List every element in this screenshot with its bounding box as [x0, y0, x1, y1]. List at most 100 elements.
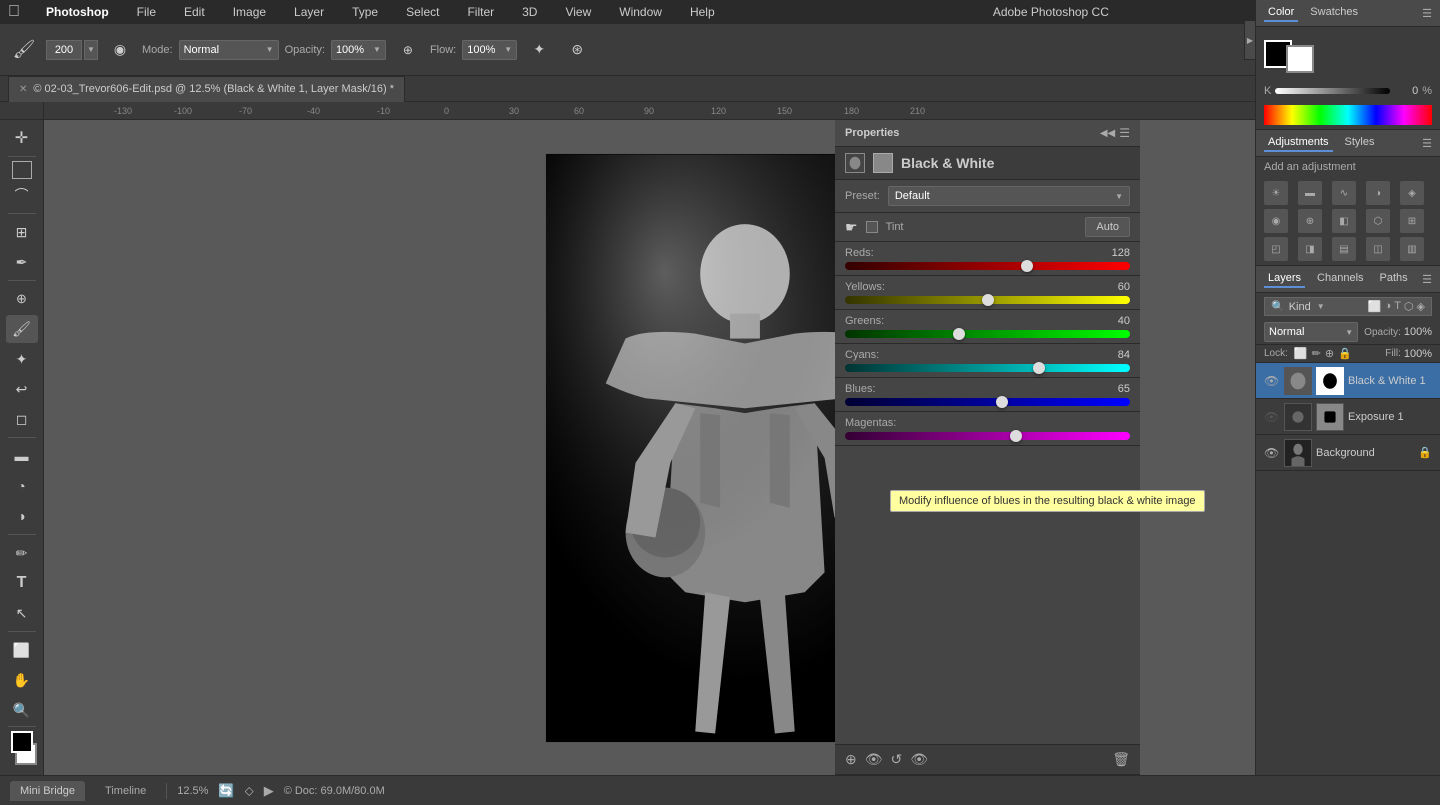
swatches-tab[interactable]: Swatches	[1306, 4, 1362, 22]
opacity-value[interactable]: 100%	[1404, 326, 1432, 338]
vibrance-icon[interactable]: ◈	[1400, 181, 1424, 205]
lasso-tool[interactable]: ⌒	[6, 181, 38, 209]
expand-icon[interactable]: ◀◀	[1100, 128, 1115, 139]
file-menu[interactable]: File	[131, 3, 162, 21]
color-tab[interactable]: Color	[1264, 4, 1298, 22]
posterize-icon[interactable]: ▤	[1332, 237, 1356, 261]
magentas-slider-thumb[interactable]	[1010, 430, 1022, 442]
cyans-slider-thumb[interactable]	[1033, 362, 1045, 374]
opacity-dropdown[interactable]: 100%▼	[331, 40, 386, 60]
document-tab[interactable]: ✕ © 02-03_Trevor606-Edit.psd @ 12.5% (Bl…	[8, 76, 405, 102]
brush-tool-icon[interactable]: 🖌	[8, 34, 40, 66]
cyans-slider-track[interactable]	[845, 364, 1130, 372]
move-tool[interactable]: ✛	[6, 124, 38, 152]
k-slider[interactable]	[1275, 88, 1390, 94]
tint-checkbox[interactable]	[866, 221, 878, 233]
gradient-tool[interactable]: ▬	[6, 442, 38, 470]
brush-preset-icon[interactable]: ◉	[104, 34, 136, 66]
filter-menu[interactable]: Filter	[461, 3, 500, 21]
view-menu[interactable]: View	[559, 3, 597, 21]
brush-options-icon[interactable]: ⊕	[392, 34, 424, 66]
blur-tool[interactable]: ◔	[6, 472, 38, 500]
yellows-slider-track[interactable]	[845, 296, 1130, 304]
canvas-nav-icon[interactable]: 🔄	[218, 783, 234, 799]
mini-bridge-tab[interactable]: Mini Bridge	[10, 781, 85, 801]
eraser-tool[interactable]: ◻	[6, 405, 38, 433]
color-spectrum[interactable]	[1264, 105, 1432, 125]
panel-options-icon[interactable]: ☰	[1422, 7, 1432, 20]
app-name-menu[interactable]: Photoshop	[40, 3, 115, 21]
lock-all-icon[interactable]: 🔒	[1338, 347, 1352, 360]
close-icon[interactable]: ✕	[19, 84, 27, 95]
play-icon[interactable]: ▶	[264, 783, 274, 799]
edit-menu[interactable]: Edit	[178, 3, 211, 21]
photo-filter-icon[interactable]: ⬡	[1366, 209, 1390, 233]
adjustments-tab[interactable]: Adjustments	[1264, 134, 1333, 152]
layer-visibility-icon[interactable]: 👁	[1264, 410, 1280, 424]
color-lookup-icon[interactable]: ◰	[1264, 237, 1288, 261]
add-mask-icon[interactable]: ⊕	[845, 751, 857, 768]
channel-mixer-icon[interactable]: ⊞	[1400, 209, 1424, 233]
layer-visibility-icon[interactable]: 👁	[1264, 446, 1280, 460]
hand-pointer-icon[interactable]: ☛	[845, 219, 858, 236]
brightness-contrast-icon[interactable]: ☀	[1264, 181, 1288, 205]
eyedropper-tool[interactable]: ✒	[6, 248, 38, 276]
foreground-color[interactable]	[11, 731, 33, 753]
clip-layer-icon[interactable]: 👁	[910, 751, 928, 768]
yellows-slider-thumb[interactable]	[982, 294, 994, 306]
collapse-button[interactable]: ▶	[1244, 20, 1256, 60]
channels-tab[interactable]: Channels	[1313, 270, 1367, 288]
reset-icon[interactable]: ↺	[891, 751, 903, 768]
type-filter-icon[interactable]: T	[1394, 300, 1401, 313]
flow-dropdown[interactable]: 100%▼	[462, 40, 517, 60]
window-menu[interactable]: Window	[613, 3, 668, 21]
bw-adj-icon[interactable]: ◧	[1332, 209, 1356, 233]
pixel-filter-icon[interactable]: ⬜	[1368, 300, 1382, 313]
layers-panel-options-icon[interactable]: ☰	[1422, 273, 1432, 286]
auto-button[interactable]: Auto	[1085, 217, 1130, 237]
brush-size-dropdown[interactable]: ▼	[84, 40, 98, 60]
path-selection-tool[interactable]: ↖	[6, 599, 38, 627]
layers-tab[interactable]: Layers	[1264, 270, 1305, 288]
canvas-nav-icon2[interactable]: ⬦	[245, 783, 254, 799]
mode-dropdown[interactable]: Normal▼	[179, 40, 279, 60]
airbrush-icon[interactable]: ✦	[523, 34, 555, 66]
curves-icon[interactable]: ∿	[1332, 181, 1356, 205]
marquee-tool[interactable]	[12, 161, 32, 179]
history-brush-tool[interactable]: ↩	[6, 375, 38, 403]
magentas-slider-track[interactable]	[845, 432, 1130, 440]
panel-options-icon[interactable]: ☰	[1422, 137, 1432, 150]
apple-icon[interactable]: 	[8, 3, 20, 21]
select-menu[interactable]: Select	[400, 3, 445, 21]
healing-brush-tool[interactable]: ⊕	[6, 285, 38, 313]
exposure-icon[interactable]: ◑	[1366, 181, 1390, 205]
table-row[interactable]: 👁 Background 🔒	[1256, 435, 1440, 471]
zoom-tool[interactable]: 🔍	[6, 696, 38, 724]
toggle-visibility-icon[interactable]: 👁	[865, 751, 883, 768]
lock-pixels-icon[interactable]: ⬜	[1294, 347, 1308, 360]
gradient-map-icon[interactable]: ▥	[1400, 237, 1424, 261]
paths-tab[interactable]: Paths	[1376, 270, 1412, 288]
brush-tool[interactable]: 🖌	[6, 315, 38, 343]
table-row[interactable]: 👁 Exposure 1	[1256, 399, 1440, 435]
bw-layer-mask[interactable]	[873, 153, 893, 173]
shape-tool[interactable]: ⬜	[6, 636, 38, 664]
styles-tab[interactable]: Styles	[1341, 134, 1379, 152]
levels-icon[interactable]: ▬	[1298, 181, 1322, 205]
smart-filter-icon[interactable]: ◈	[1417, 300, 1425, 313]
threshold-icon[interactable]: ◫	[1366, 237, 1390, 261]
panel-menu-icon[interactable]: ☰	[1119, 126, 1130, 140]
dodge-tool[interactable]: ◑	[6, 502, 38, 530]
delete-icon[interactable]: 🗑	[1112, 751, 1130, 768]
blues-slider-thumb[interactable]	[996, 396, 1008, 408]
lock-position-icon[interactable]: ✏	[1312, 347, 1321, 360]
brush-size-input[interactable]	[46, 40, 82, 60]
background-color-box[interactable]	[1286, 45, 1314, 73]
3d-menu[interactable]: 3D	[516, 3, 543, 21]
bw-layer-thumb[interactable]	[845, 153, 865, 173]
reds-slider-track[interactable]	[845, 262, 1130, 270]
invert-icon[interactable]: ◨	[1298, 237, 1322, 261]
adj-filter-icon[interactable]: ◑	[1385, 300, 1392, 313]
color-balance-icon[interactable]: ⊕	[1298, 209, 1322, 233]
stamp-tool[interactable]: ✦	[6, 345, 38, 373]
